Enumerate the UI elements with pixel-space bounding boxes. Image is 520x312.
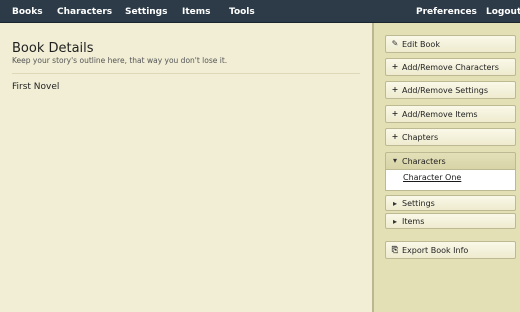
nav-preferences[interactable]: Preferences [416, 0, 477, 23]
characters-section-panel: Character One [385, 170, 516, 191]
page-subtitle: Keep your story's outline here, that way… [12, 56, 228, 65]
edit-book-button[interactable]: ✎ Edit Book [385, 35, 516, 53]
export-book-info-button[interactable]: ⎘ Export Book Info [385, 241, 516, 259]
chapters-button[interactable]: + Chapters [385, 128, 516, 146]
export-book-info-label: Export Book Info [402, 246, 469, 255]
main-content: Book Details Keep your story's outline h… [0, 23, 372, 312]
add-remove-characters-label: Add/Remove Characters [402, 63, 499, 72]
title-divider [12, 73, 360, 74]
page-title: Book Details [12, 41, 94, 56]
items-section-label: Items [402, 217, 425, 226]
add-remove-settings-label: Add/Remove Settings [402, 86, 489, 95]
sidebar: ✎ Edit Book + Add/Remove Characters + Ad… [372, 23, 520, 312]
plus-icon: + [391, 132, 399, 141]
edit-book-label: Edit Book [402, 40, 440, 49]
nav-characters[interactable]: Characters [57, 0, 112, 23]
settings-section-header[interactable]: ▸ Settings [385, 195, 516, 211]
nav-items[interactable]: Items [182, 0, 211, 23]
book-name: First Novel [12, 82, 60, 92]
chapters-label: Chapters [402, 133, 439, 142]
characters-section-label: Characters [402, 157, 446, 166]
triangle-right-icon: ▸ [392, 199, 397, 208]
plus-icon: + [391, 109, 399, 118]
triangle-right-icon: ▸ [392, 217, 397, 226]
plus-icon: + [391, 62, 399, 71]
characters-section-header[interactable]: ▾ Characters [385, 152, 516, 170]
export-icon: ⎘ [391, 245, 399, 254]
add-remove-items-button[interactable]: + Add/Remove Items [385, 105, 516, 123]
add-remove-items-label: Add/Remove Items [402, 110, 478, 119]
plus-icon: + [391, 85, 399, 94]
add-remove-characters-button[interactable]: + Add/Remove Characters [385, 58, 516, 76]
settings-section-label: Settings [402, 199, 435, 208]
nav-settings[interactable]: Settings [125, 0, 167, 23]
top-nav-bar: Books Characters Settings Items Tools Pr… [0, 0, 520, 23]
nav-books[interactable]: Books [12, 0, 43, 23]
add-remove-settings-button[interactable]: + Add/Remove Settings [385, 81, 516, 99]
nav-logout[interactable]: Logout [486, 0, 520, 23]
character-link[interactable]: Character One [403, 173, 461, 182]
items-section-header[interactable]: ▸ Items [385, 213, 516, 229]
pencil-icon: ✎ [391, 39, 399, 48]
nav-tools[interactable]: Tools [229, 0, 255, 23]
triangle-down-icon: ▾ [392, 156, 397, 165]
